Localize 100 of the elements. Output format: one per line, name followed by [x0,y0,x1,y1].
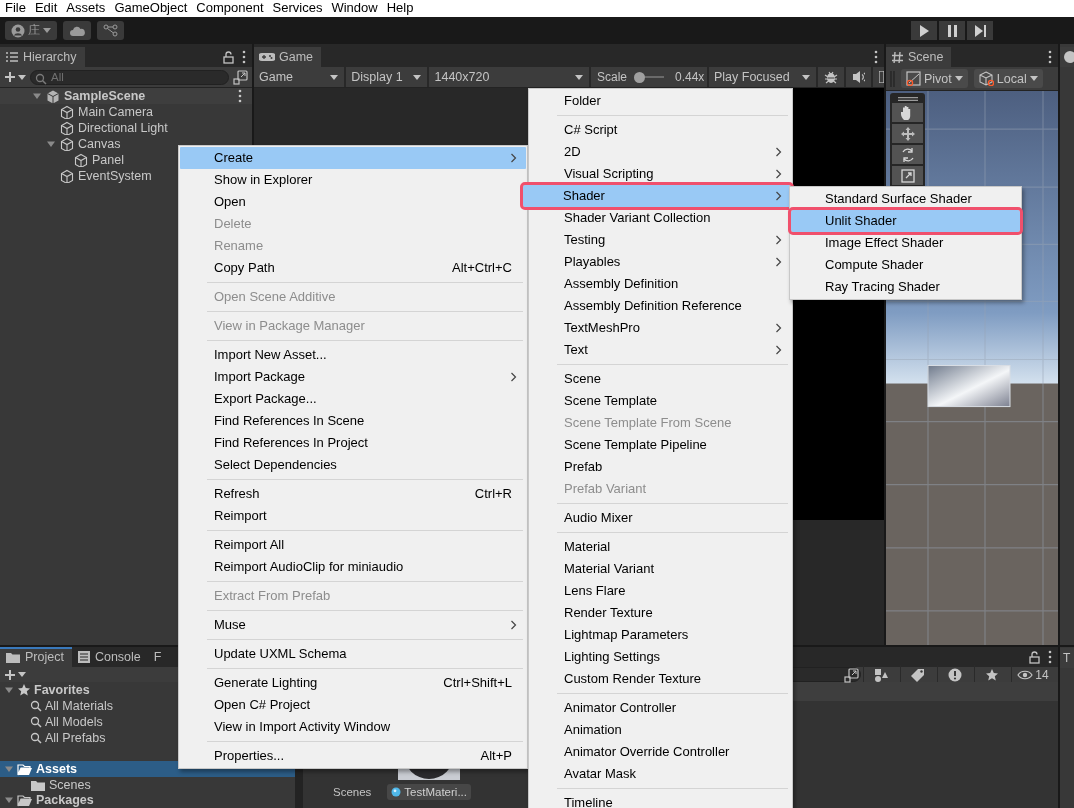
menu-item[interactable]: Reimport AudioClip for miniaudio [180,556,526,578]
menu-item[interactable]: Lightmap Parameters [530,624,791,646]
panel-tab[interactable]: Hierarchy [0,47,85,67]
tree-item[interactable]: Scenes [0,776,295,793]
menu-item[interactable]: Animation [530,719,791,741]
menu-item[interactable]: Prefab [530,456,791,478]
menu-item[interactable]: Text [530,339,791,361]
menu-item[interactable]: Ray Tracing Shader [791,276,1020,298]
menu-item[interactable]: Render Texture [530,602,791,624]
find-icon [844,668,859,683]
menu-item[interactable]: Reimport [180,505,526,527]
menu-item[interactable]: Find References In Project [180,432,526,454]
tool-button[interactable] [892,166,923,185]
menu-item[interactable]: Material Variant [530,558,791,580]
menu-item[interactable]: Services [268,0,328,17]
folder-icon [17,793,33,808]
menu-item[interactable]: 2D [530,141,791,163]
menu-item[interactable]: Help [382,0,419,17]
step-button[interactable] [967,21,993,40]
cloud-button[interactable] [63,21,91,40]
menu-item[interactable]: Assembly Definition Reference [530,295,791,317]
account-button[interactable]: 庄 [5,21,57,40]
menu-item[interactable]: Animator Controller [530,697,791,719]
tree-item[interactable]: Directional Light [0,120,252,136]
menu-item[interactable]: Visual Scripting [530,163,791,185]
menu-item[interactable]: Assets [62,0,111,17]
menu-item[interactable]: Import Package [180,366,526,388]
menu-item[interactable]: Timeline [530,792,791,808]
menu-item[interactable]: Show in Explorer [180,169,526,191]
cut-tab[interactable]: T [1060,648,1074,668]
menu-item[interactable]: Standard Surface Shader [791,188,1020,210]
tool-button[interactable] [892,124,923,143]
shortcut-text: Alt+P [480,750,513,762]
menu-item[interactable]: Copy Path Alt+Ctrl+C [180,257,526,279]
menu-item[interactable]: Update UXML Schema [180,643,526,665]
menu-item[interactable]: Animator Override Controller [530,741,791,763]
menu-item[interactable]: Open [180,191,526,213]
tool-button[interactable] [892,145,923,164]
menu-item[interactable]: Folder [530,90,791,112]
menu-item[interactable]: Generate Lighting Ctrl+Shift+L [180,672,526,694]
menu-item[interactable]: Custom Render Texture [530,668,791,690]
console-icon [76,650,91,664]
tree-item[interactable]: Main Camera [0,104,252,120]
menu-item[interactable]: Select Dependencies [180,454,526,476]
plus-icon [4,668,16,681]
menu-item[interactable]: Refresh Ctrl+R [180,483,526,505]
menu-item[interactable]: Lighting Settings [530,646,791,668]
cube-icon [59,137,75,151]
panel-tab[interactable]: F [148,647,170,667]
menu-item[interactable]: Unlit Shader [791,210,1020,232]
asset-label[interactable]: Scenes [333,784,372,800]
tree-item[interactable]: Packages [0,792,295,808]
menu-item[interactable]: Avatar Mask [530,763,791,785]
menu-item[interactable]: GameObject [110,0,193,17]
list-icon [5,51,19,63]
menu-item[interactable]: Create [180,147,526,169]
menu-item[interactable]: Lens Flare [530,580,791,602]
menu-item[interactable]: Compute Shader [791,254,1020,276]
menu-item[interactable]: Find References In Scene [180,410,526,432]
menu-item[interactable]: Assembly Definition [530,273,791,295]
menu-item[interactable]: Playables [530,251,791,273]
menu-item[interactable]: Window [327,0,383,17]
chevron-icon [510,372,518,382]
panel-tab[interactable] [1060,47,1074,67]
menu-item[interactable]: File [1,0,31,17]
menu-item[interactable]: Scene [530,368,791,390]
menu-item[interactable]: Muse [180,614,526,636]
menu-item[interactable]: Testing [530,229,791,251]
menu-item[interactable]: TextMeshPro [530,317,791,339]
menu-item[interactable]: Shader Variant Collection [530,207,791,229]
menu-item[interactable]: Image Effect Shader [791,232,1020,254]
tool-button[interactable] [892,103,923,122]
menu-item[interactable]: Reimport All [180,534,526,556]
panel-tab[interactable]: Project [0,647,72,667]
search-field[interactable]: All [30,69,229,85]
local-dropdown[interactable]: Local [973,69,1043,88]
panel-tab[interactable]: Scene [886,47,952,67]
add-button[interactable] [4,668,26,681]
graph-button[interactable] [97,21,124,40]
play-button[interactable] [911,21,937,40]
pause-button[interactable] [939,21,965,40]
menu-item[interactable]: Export Package... [180,388,526,410]
menu-item[interactable]: Material [530,536,791,558]
menu-item[interactable]: Scene Template [530,390,791,412]
menu-item[interactable]: Edit [30,0,63,17]
add-button[interactable] [4,71,26,83]
menu-item[interactable]: View in Import Activity Window [180,716,526,738]
panel-tab[interactable]: Game [254,47,322,67]
menu-item[interactable]: Import New Asset... [180,344,526,366]
menu-item[interactable]: Component [192,0,269,17]
menu-item[interactable]: C# Script [530,119,791,141]
pivot-dropdown[interactable]: Pivot [901,69,968,88]
asset-label[interactable]: TestMateri... [387,784,471,800]
panel-tab[interactable]: Console [71,647,149,667]
menu-item[interactable]: Audio Mixer [530,507,791,529]
tree-item[interactable]: SampleScene [0,88,252,104]
menu-item[interactable]: Shader [523,185,791,207]
speaker-icon [852,70,865,84]
menu-item[interactable]: Open C# Project [180,694,526,716]
menu-item[interactable]: Scene Template Pipeline [530,434,791,456]
